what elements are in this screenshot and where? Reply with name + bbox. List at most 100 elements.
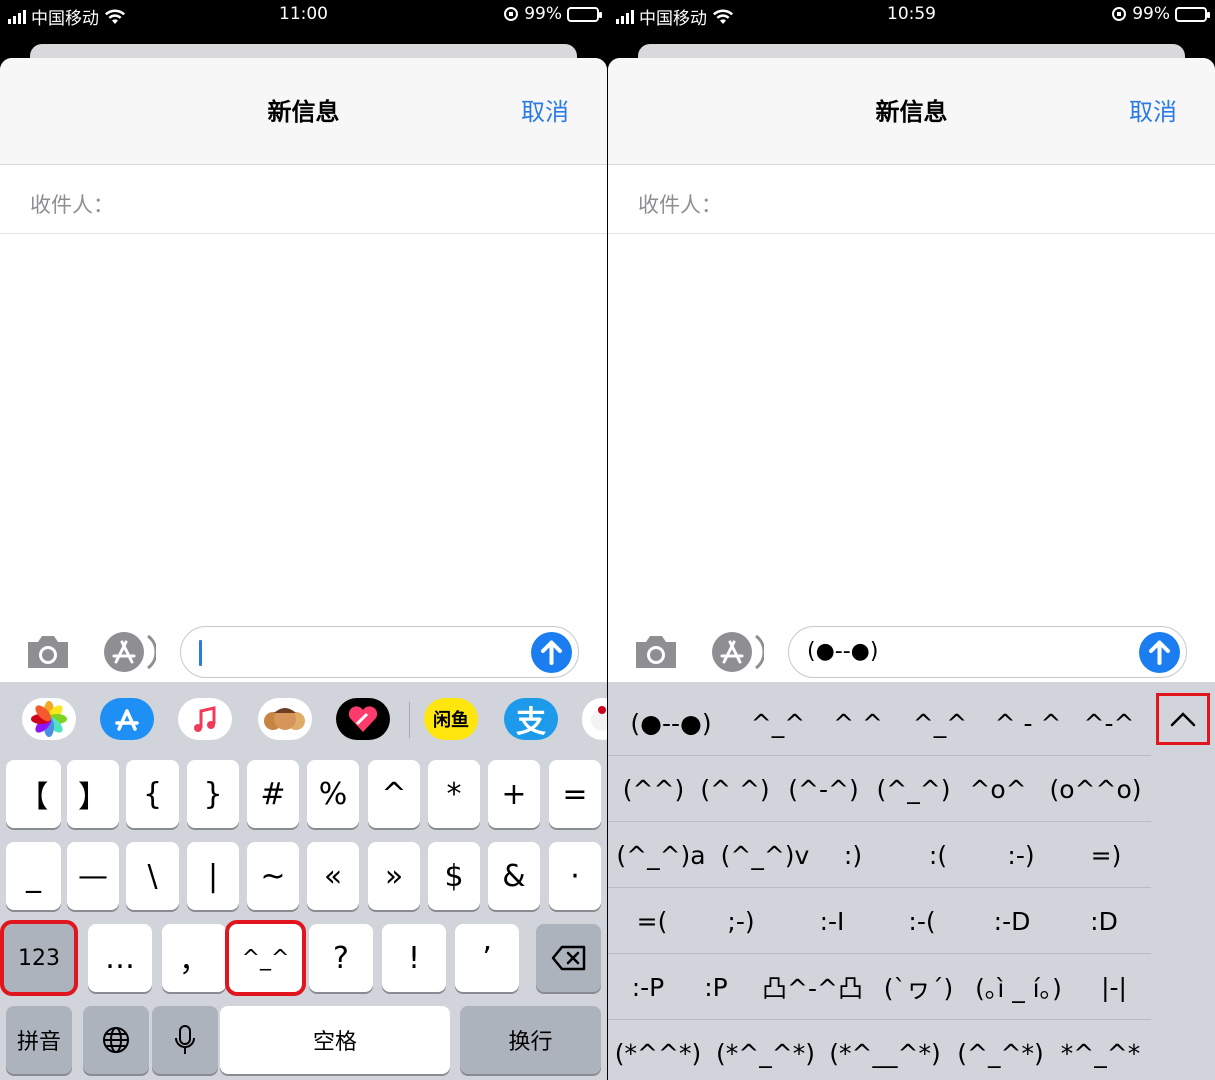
emoticon[interactable]: :-P <box>618 954 678 1020</box>
emoticon[interactable]: ^ - ^ <box>988 690 1068 756</box>
key[interactable]: { <box>126 760 179 828</box>
emoticon[interactable]: :( <box>908 822 968 888</box>
camera-icon[interactable] <box>24 630 72 674</box>
emoticon[interactable]: (^_^)a <box>616 822 706 888</box>
key[interactable]: } <box>187 760 239 828</box>
emoticon[interactable]: :D <box>1074 888 1134 954</box>
game-app-icon[interactable] <box>582 698 607 740</box>
key[interactable]: $ <box>428 842 480 910</box>
delete-key[interactable] <box>536 924 601 992</box>
key[interactable]: ^ <box>368 760 420 828</box>
music-app-icon[interactable] <box>178 698 232 740</box>
emoticon[interactable]: (｡ì _ í｡) <box>966 954 1071 1020</box>
emoticon[interactable]: (^ ^) <box>700 756 770 822</box>
cancel-button[interactable]: 取消 <box>521 92 569 127</box>
key[interactable]: « <box>307 842 359 910</box>
emoticon-keyboard: (●--●) ^_^ ^ ^ ^_^ ^ - ^ ^-^ (^^) (^ ^) … <box>608 682 1215 1080</box>
key[interactable]: | <box>187 842 239 910</box>
pinyin-key[interactable]: 拼音 <box>6 1006 72 1074</box>
photos-app-icon[interactable] <box>22 698 76 740</box>
key[interactable]: 】 <box>67 760 119 828</box>
globe-key[interactable] <box>83 1006 149 1074</box>
microphone-key[interactable] <box>152 1006 218 1074</box>
emoticon[interactable]: *^_^* <box>1058 1020 1143 1080</box>
recipient-field[interactable]: 收件人： <box>608 165 1215 234</box>
emoticon[interactable]: (*^_^*) <box>716 1020 815 1080</box>
numbers-key[interactable]: 123 <box>0 920 78 996</box>
question-key[interactable]: ? <box>309 924 373 992</box>
emoticon[interactable]: :) <box>823 822 883 888</box>
arrow-up-icon <box>1149 640 1170 665</box>
cancel-button[interactable]: 取消 <box>1129 92 1177 127</box>
emoticon[interactable]: ;-) <box>711 888 771 954</box>
emoticon[interactable]: 凸^-^凸 <box>760 954 865 1020</box>
key[interactable]: ~ <box>247 842 299 910</box>
emoticon[interactable]: :-I <box>802 888 862 954</box>
message-input[interactable] <box>180 626 579 678</box>
send-button[interactable] <box>531 632 572 673</box>
recipient-field[interactable]: 收件人： <box>0 165 607 234</box>
emoticon[interactable]: (^^) <box>616 756 691 822</box>
ellipsis-key[interactable]: … <box>88 924 152 992</box>
emoticon[interactable]: |-| <box>1084 954 1144 1020</box>
emoticon[interactable]: ^ ^ <box>823 690 893 756</box>
emoticon[interactable]: ^o^ <box>968 756 1028 822</box>
apostrophe-key[interactable]: ’ <box>455 924 519 992</box>
emoticon[interactable]: (*^__^*) <box>829 1020 940 1080</box>
text-cursor <box>199 640 202 666</box>
space-key[interactable]: 空格 <box>220 1006 450 1074</box>
app-store-icon[interactable] <box>102 630 158 674</box>
key[interactable]: \ <box>126 842 179 910</box>
emoticon[interactable]: (^_^) <box>876 756 951 822</box>
emoticon-row: =( ;-) :-I :-( :-D :D <box>608 888 1151 954</box>
emoticon[interactable]: ^_^ <box>905 690 975 756</box>
collapse-button[interactable] <box>1156 693 1210 745</box>
return-key[interactable]: 换行 <box>460 1006 601 1074</box>
app-strip: 闲鱼 支 <box>0 682 607 758</box>
key[interactable]: * <box>428 760 480 828</box>
key[interactable]: _ <box>6 842 61 910</box>
emoticon-row: (^^) (^ ^) (^-^) (^_^) ^o^ (o^^o) <box>608 756 1151 822</box>
emoticon[interactable]: :-( <box>892 888 952 954</box>
key[interactable]: · <box>549 842 601 910</box>
key[interactable]: 【 <box>6 760 61 828</box>
message-input[interactable]: (●--●) <box>788 626 1187 678</box>
emoticon-row: :-P :P 凸^-^凸 (`ヮ´) (｡ì _ í｡) |-| <box>608 954 1151 1020</box>
battery-percent: 99% <box>1132 4 1170 24</box>
emoticon[interactable]: (●--●) <box>616 690 726 756</box>
send-button[interactable] <box>1139 632 1180 673</box>
emoticon[interactable]: (^-^) <box>786 756 861 822</box>
emoticon[interactable]: (^_^*) <box>957 1020 1043 1080</box>
key[interactable]: = <box>549 760 601 828</box>
xianyu-app-icon[interactable]: 闲鱼 <box>424 698 478 740</box>
app-store-icon[interactable] <box>710 630 766 674</box>
key[interactable]: — <box>67 842 119 910</box>
key[interactable]: % <box>307 760 359 828</box>
digital-touch-app-icon[interactable] <box>336 698 390 740</box>
emoticon[interactable]: =( <box>622 888 682 954</box>
emoticon[interactable]: :-) <box>991 822 1051 888</box>
emoticon[interactable]: (^_^)v <box>720 822 810 888</box>
orientation-lock-icon <box>504 7 519 21</box>
camera-icon[interactable] <box>632 630 680 674</box>
key[interactable]: » <box>368 842 420 910</box>
key[interactable]: + <box>488 760 540 828</box>
emoticon[interactable]: (o^^o) <box>1048 756 1143 822</box>
key[interactable]: # <box>247 760 299 828</box>
comma-key[interactable]: ， <box>162 924 226 992</box>
message-input-bar <box>0 626 607 680</box>
key[interactable]: & <box>488 842 540 910</box>
exclamation-key[interactable]: ! <box>382 924 446 992</box>
emoticon[interactable]: =) <box>1076 822 1136 888</box>
emoticon-key[interactable]: ^_^ <box>225 920 306 996</box>
app-store-app-icon[interactable] <box>100 698 154 740</box>
left-screenshot: 中国移动 11:00 99% 新信息 取消 收件人： 闲鱼 支 【 】 {} … <box>0 0 607 1080</box>
emoticon[interactable]: (`ヮ´) <box>884 954 954 1020</box>
memoji-app-icon[interactable] <box>258 698 312 740</box>
emoticon[interactable]: ^_^ <box>743 690 813 756</box>
emoticon[interactable]: :P <box>686 954 746 1020</box>
emoticon[interactable]: ^-^ <box>1074 690 1144 756</box>
alipay-app-icon[interactable]: 支 <box>504 698 558 740</box>
emoticon[interactable]: (*^^*) <box>615 1020 701 1080</box>
emoticon[interactable]: :-D <box>982 888 1042 954</box>
